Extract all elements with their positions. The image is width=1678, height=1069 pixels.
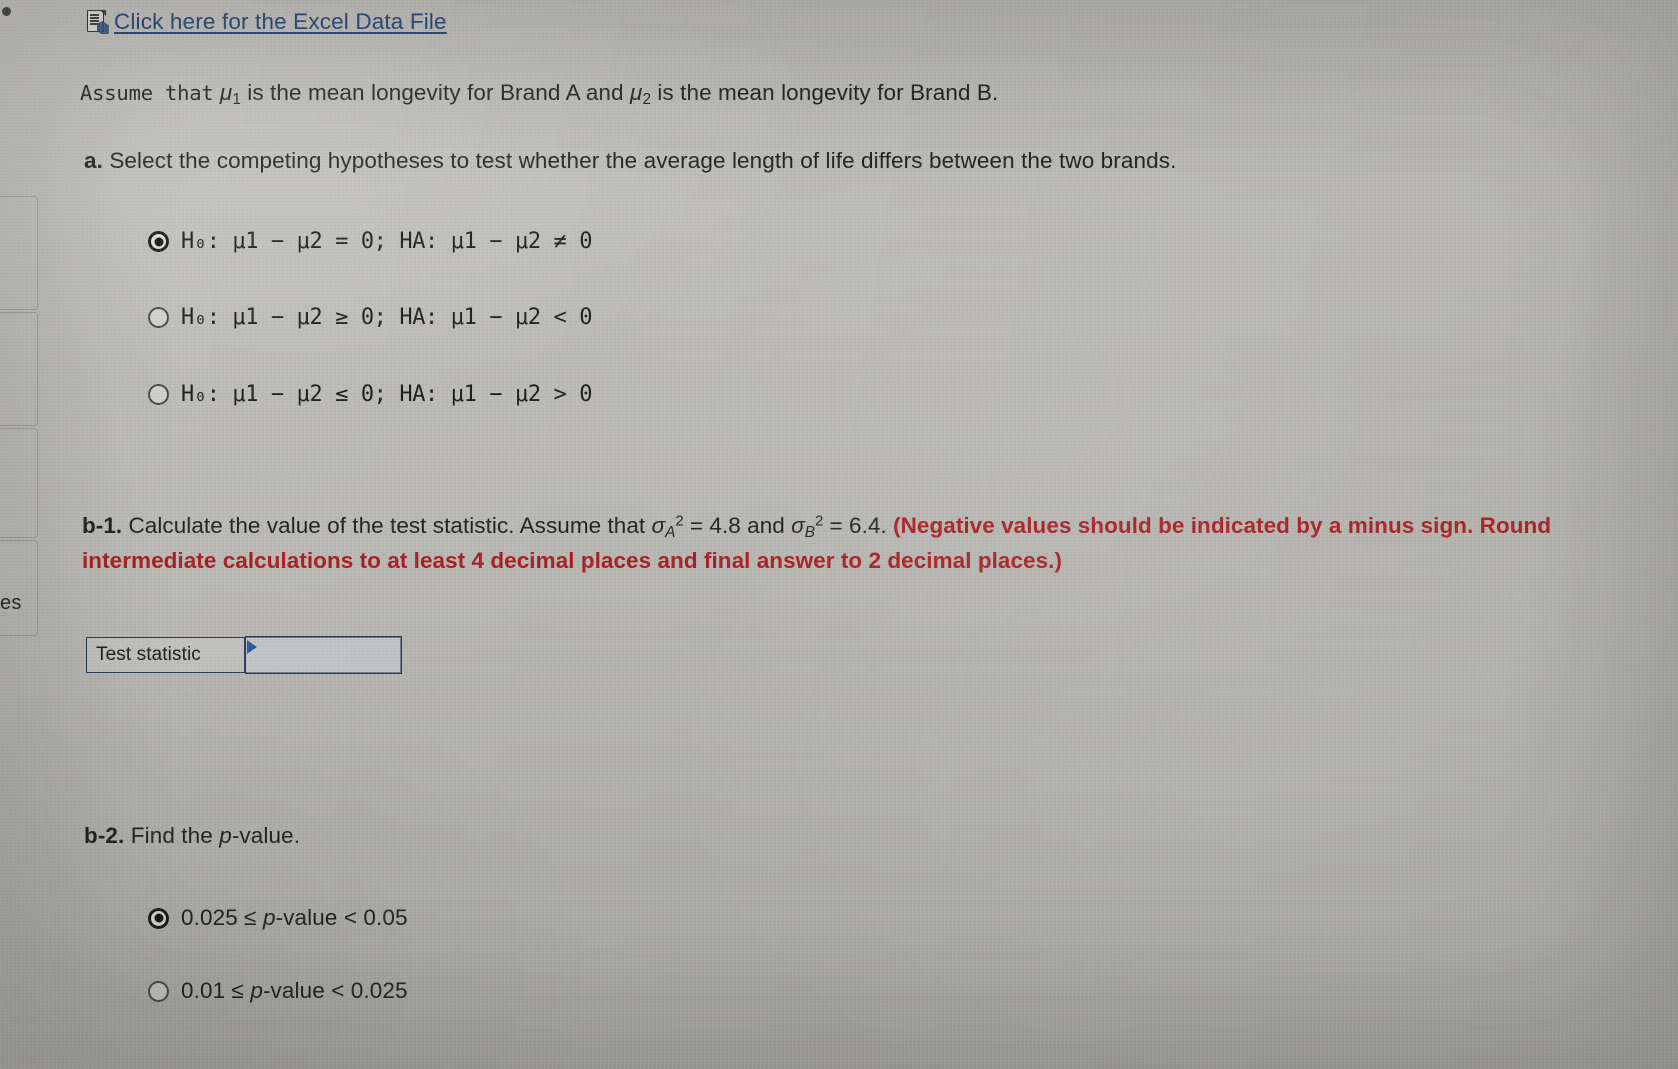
sigma-b-subscript: B <box>804 523 815 541</box>
radio-icon[interactable] <box>148 307 169 328</box>
hypothesis-option-0[interactable]: H₀: μ1 − μ2 = 0; HA: μ1 − μ2 ≠ 0 <box>148 229 592 254</box>
edge-panel-segment <box>0 540 38 636</box>
radio-icon-selected[interactable] <box>148 907 169 929</box>
sigma-a-subscript: A <box>665 523 676 541</box>
pvalue-option-0-lead: 0.025 ≤ <box>181 905 263 930</box>
part-b2-prompt: b-2. Find the p-value. <box>84 820 300 852</box>
assume-statement: Assume that μ1 is the mean longevity for… <box>80 77 998 111</box>
sigma-b-symbol: σ <box>791 513 805 538</box>
assume-middle: is the mean longevity for Brand A and <box>240 80 631 105</box>
question-content: es Click here for the Excel Data File As… <box>0 0 1678 1069</box>
part-b2-marker: b-2. <box>84 823 125 848</box>
radio-icon-selected[interactable] <box>148 231 169 252</box>
excel-file-icon <box>86 9 109 35</box>
test-statistic-label: Test statistic <box>87 638 245 672</box>
mu2-subscript: 2 <box>642 90 651 108</box>
excel-data-file-link-label[interactable]: Click here for the Excel Data File <box>114 9 447 35</box>
part-a-prompt-text: Select the competing hypotheses to test … <box>109 148 1177 173</box>
pvalue-option-0-tail: -value < 0.05 <box>275 905 408 930</box>
sigma-a-symbol: σ <box>651 513 666 538</box>
sigma-b-value: = 6.4. <box>823 513 894 538</box>
hypothesis-option-1[interactable]: H₀: μ1 − μ2 ≥ 0; HA: μ1 − μ2 < 0 <box>148 305 592 330</box>
mu1-subscript: 1 <box>232 90 241 108</box>
pvalue-option-1-lead: 0.01 ≤ <box>181 978 251 1003</box>
edge-panel-segment <box>0 428 38 538</box>
assume-prefix: Assume that <box>80 81 214 105</box>
sigma-a-value: = 4.8 and <box>683 513 792 538</box>
test-statistic-input[interactable] <box>246 639 401 671</box>
part-a-prompt: a. Select the competing hypotheses to te… <box>84 145 1176 177</box>
pvalue-option-1[interactable]: 0.01 ≤ p-value < 0.025 <box>148 978 408 1004</box>
assume-suffix: is the mean longevity for Brand B. <box>650 80 999 105</box>
sigma-b-exponent: 2 <box>814 513 824 530</box>
mu1-symbol: μ <box>219 80 233 105</box>
part-a-marker: a. <box>84 148 103 173</box>
radio-icon[interactable] <box>148 384 169 405</box>
hypothesis-option-2[interactable]: H₀: μ1 − μ2 ≤ 0; HA: μ1 − μ2 > 0 <box>148 382 592 407</box>
pvalue-option-0[interactable]: 0.025 ≤ p-value < 0.05 <box>148 905 408 931</box>
p-symbol: p <box>250 978 263 1003</box>
part-b2-prompt-text: Find the <box>124 823 220 848</box>
p-symbol: p <box>262 905 276 930</box>
pvalue-option-0-label: 0.025 ≤ p-value < 0.05 <box>181 905 408 931</box>
excel-data-file-link[interactable]: Click here for the Excel Data File <box>86 9 447 35</box>
hypothesis-option-2-label: H₀: μ1 − μ2 ≤ 0; HA: μ1 − μ2 > 0 <box>181 382 593 407</box>
sigma-a-exponent: 2 <box>675 513 684 530</box>
part-b2-prompt-tail: -value. <box>231 823 301 848</box>
camera-artifact-dot <box>2 7 11 16</box>
radio-icon[interactable] <box>148 980 169 1002</box>
cell-cursor-icon <box>247 640 257 655</box>
part-b1-prompt: b-1. Calculate the value of the test sta… <box>82 509 1552 578</box>
hypothesis-option-1-label: H₀: μ1 − μ2 ≥ 0; HA: μ1 − μ2 < 0 <box>181 305 593 330</box>
edge-panel-segment <box>0 312 38 426</box>
test-statistic-input-cell[interactable] <box>245 636 402 674</box>
part-b1-marker: b-1. <box>82 513 123 538</box>
hypothesis-option-0-label: H₀: μ1 − μ2 = 0; HA: μ1 − μ2 ≠ 0 <box>181 229 593 254</box>
pvalue-option-1-tail: -value < 0.025 <box>262 978 408 1003</box>
p-symbol: p <box>219 823 232 848</box>
edge-panel-segment <box>0 196 38 310</box>
pvalue-option-1-label: 0.01 ≤ p-value < 0.025 <box>181 978 408 1004</box>
edge-panel-clipped-label: es <box>0 592 22 614</box>
mu2-symbol: μ <box>630 80 643 105</box>
part-b1-text-before: Calculate the value of the test statisti… <box>122 513 652 538</box>
test-statistic-answer-table: Test statistic <box>86 636 402 674</box>
